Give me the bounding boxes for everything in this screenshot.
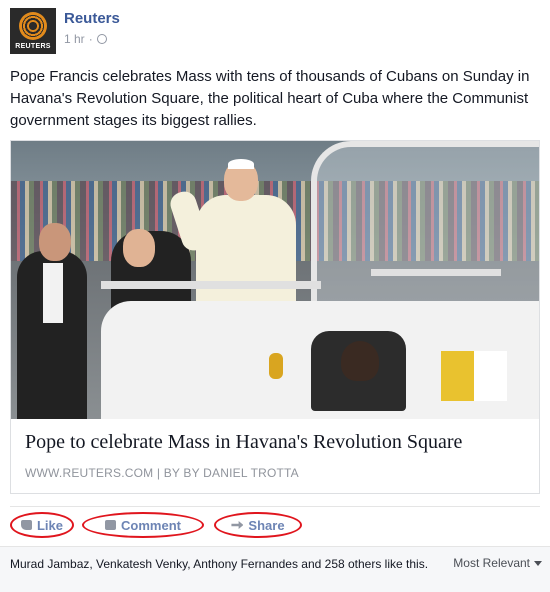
meta-separator: · (88, 32, 93, 46)
link-title[interactable]: Pope to celebrate Mass in Havana's Revol… (25, 431, 462, 454)
post-meta: 1 hr · (64, 32, 107, 46)
popemobile-glass (311, 141, 539, 311)
action-divider (10, 506, 540, 507)
like-button[interactable]: Like (10, 512, 74, 538)
globe-icon[interactable] (96, 34, 107, 44)
action-bar: Like Comment Share (10, 512, 540, 538)
share-button[interactable]: Share (214, 512, 302, 538)
share-arrow-icon (231, 521, 244, 529)
caret-down-icon (534, 560, 542, 566)
man-left-head (39, 223, 71, 261)
likes-summary-text[interactable]: Murad Jambaz, Venkatesh Venky, Anthony F… (10, 556, 430, 572)
post-timestamp[interactable]: 1 hr (64, 32, 85, 46)
man-left-shirt (43, 263, 63, 323)
gold-rosette (269, 353, 283, 379)
post-header: REUTERS Reuters 1 hr · (10, 8, 540, 54)
post-text: Pope Francis celebrates Mass with tens o… (10, 68, 530, 129)
driver-figure (341, 341, 379, 381)
pope-zucchetto (228, 159, 254, 169)
vatican-flag (441, 351, 507, 401)
comment-sort-dropdown[interactable]: Most Relevant (453, 556, 542, 570)
comment-button[interactable]: Comment (82, 512, 204, 538)
reuters-avatar[interactable]: REUTERS (10, 8, 56, 54)
comment-icon (105, 520, 117, 530)
link-source: WWW.REUTERS.COM | BY BY DANIEL TROTTA (25, 466, 299, 480)
popemobile-rail-right (371, 269, 501, 276)
page-name-link[interactable]: Reuters (64, 10, 120, 27)
thumbs-up-icon (20, 520, 32, 530)
link-preview-image[interactable] (11, 141, 539, 419)
cardinal-head (123, 229, 155, 267)
comment-label: Comment (121, 517, 181, 533)
sort-label: Most Relevant (453, 556, 530, 570)
likes-summary-bar: Murad Jambaz, Venkatesh Venky, Anthony F… (0, 546, 550, 592)
popemobile-rail (101, 281, 321, 289)
like-label: Like (36, 517, 63, 533)
avatar-text: REUTERS (15, 43, 51, 50)
share-label: Share (248, 517, 285, 533)
reuters-logo-icon (19, 12, 47, 40)
link-preview-card[interactable]: Pope to celebrate Mass in Havana's Revol… (10, 140, 540, 494)
